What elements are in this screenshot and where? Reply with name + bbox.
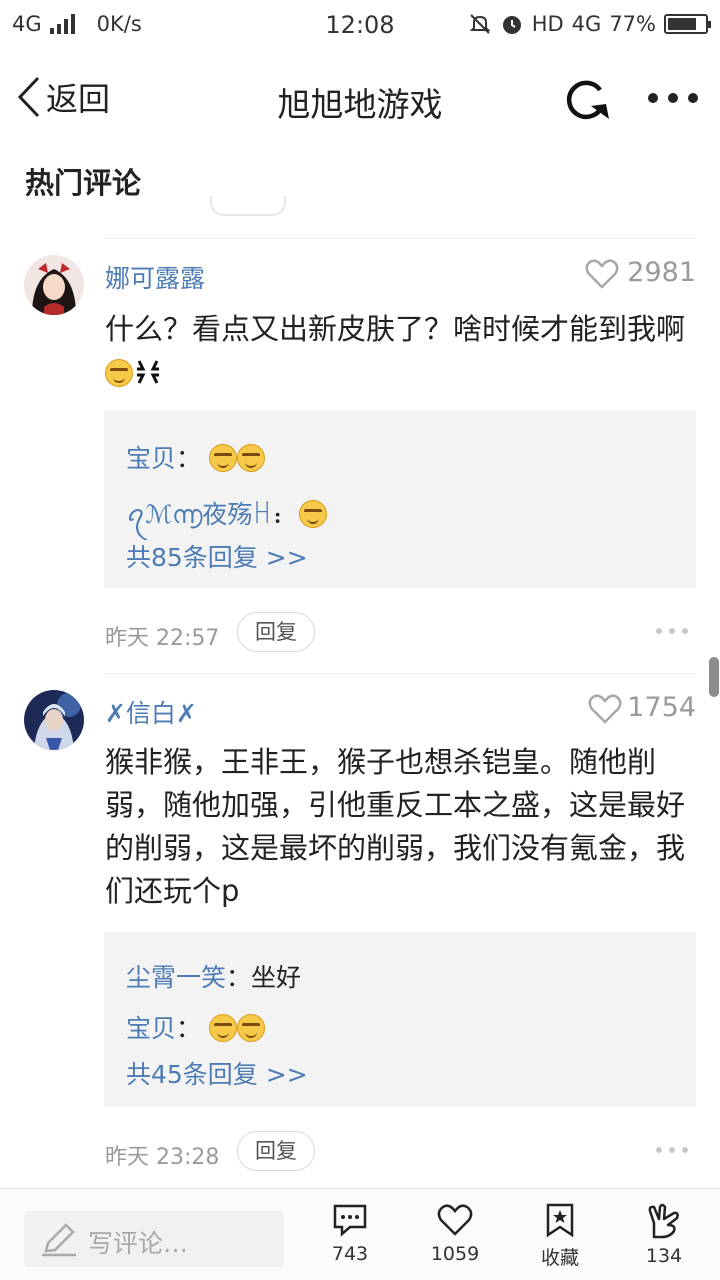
battery-icon — [664, 14, 711, 34]
comment-username[interactable]: ✗信白✗ — [105, 694, 197, 730]
reply-line: ꪖℳ൬夜殇ꀿ： — [126, 490, 328, 543]
reply-preview-box[interactable]: 宝贝： ꪖℳ൬夜殇ꀿ： 共85条回复 >> — [104, 410, 696, 588]
comment-username[interactable]: 娜可露露 — [105, 259, 205, 295]
comment-time: 昨天 22:57 — [105, 626, 220, 651]
hd-indicator: HD — [531, 12, 564, 36]
reply-line: 宝贝： — [126, 439, 265, 475]
like-icon[interactable] — [585, 259, 619, 289]
refresh-icon[interactable] — [560, 76, 614, 122]
avatar[interactable] — [24, 255, 84, 315]
bottom-action-bar: 写评论… 743 1059 收藏 134 — [0, 1188, 720, 1280]
smile-emoji — [208, 444, 237, 472]
section-title-hot-comments: 热门评论 — [25, 166, 142, 200]
heart-icon — [437, 1204, 473, 1236]
comment-text: 猴非猴，王非王，猴子也想杀铠皇。随他削弱，随他加强，引他重反工本之盛，这是最好的… — [105, 745, 686, 908]
reply-line: 宝贝： — [126, 1009, 265, 1045]
like-button[interactable]: 1059 — [415, 1199, 495, 1277]
divider — [104, 238, 696, 239]
avatar[interactable] — [24, 690, 84, 750]
comment-more-button[interactable] — [656, 628, 688, 636]
like-count: 2981 — [627, 257, 696, 288]
reply-preview-box[interactable]: 尘霄一笑：坐好 宝贝： 共45条回复 >> — [104, 932, 696, 1107]
mute-icon — [469, 14, 491, 34]
comments-button[interactable]: 743 — [310, 1199, 390, 1277]
like-count: 1754 — [627, 692, 696, 723]
network-type-right: 4G — [571, 12, 602, 36]
like-icon[interactable] — [588, 694, 622, 724]
more-options-button[interactable] — [648, 88, 698, 108]
reply-button[interactable]: 回复 — [237, 1131, 315, 1171]
share-count: 134 — [645, 1245, 683, 1267]
pencil-icon — [42, 1223, 76, 1257]
smile-emoji — [236, 1014, 265, 1042]
anger-icon — [137, 360, 159, 384]
scrollbar-thumb[interactable] — [709, 657, 719, 697]
comment-text: 什么？看点又出新皮肤了？啥时候才能到我啊 — [105, 308, 690, 394]
write-comment-placeholder: 写评论… — [88, 1229, 189, 1258]
collapsed-pill — [210, 196, 286, 216]
smile-emoji — [208, 1014, 237, 1042]
status-bar: 4G 0K/s 12:08 HD 4G 77% — [0, 0, 720, 50]
favorite-button[interactable]: 收藏 — [520, 1199, 600, 1277]
divider — [104, 673, 696, 674]
victory-hand-icon — [648, 1203, 679, 1239]
favorite-label: 收藏 — [540, 1247, 579, 1269]
reply-line: 尘霄一笑：坐好 — [126, 963, 302, 992]
battery-percent: 77% — [609, 12, 656, 36]
alarm-icon — [502, 16, 521, 34]
likes-count: 1059 — [430, 1243, 480, 1265]
view-all-replies-link[interactable]: 共85条回复 >> — [126, 538, 308, 574]
nav-bar: 返回 旭旭地游戏 — [0, 52, 720, 146]
reply-button[interactable]: 回复 — [237, 612, 315, 652]
write-comment-input[interactable]: 写评论… — [24, 1211, 284, 1267]
comments-count: 743 — [331, 1243, 369, 1265]
smile-emoji — [236, 444, 265, 472]
smile-emoji — [105, 359, 133, 387]
bookmark-star-icon — [546, 1203, 574, 1237]
comment-time: 昨天 23:28 — [105, 1145, 220, 1170]
comment-more-button[interactable] — [656, 1147, 688, 1155]
view-all-replies-link[interactable]: 共45条回复 >> — [126, 1055, 308, 1091]
comment-bubble-icon — [333, 1204, 367, 1237]
share-button[interactable]: 134 — [624, 1199, 704, 1277]
smile-emoji — [299, 500, 328, 528]
